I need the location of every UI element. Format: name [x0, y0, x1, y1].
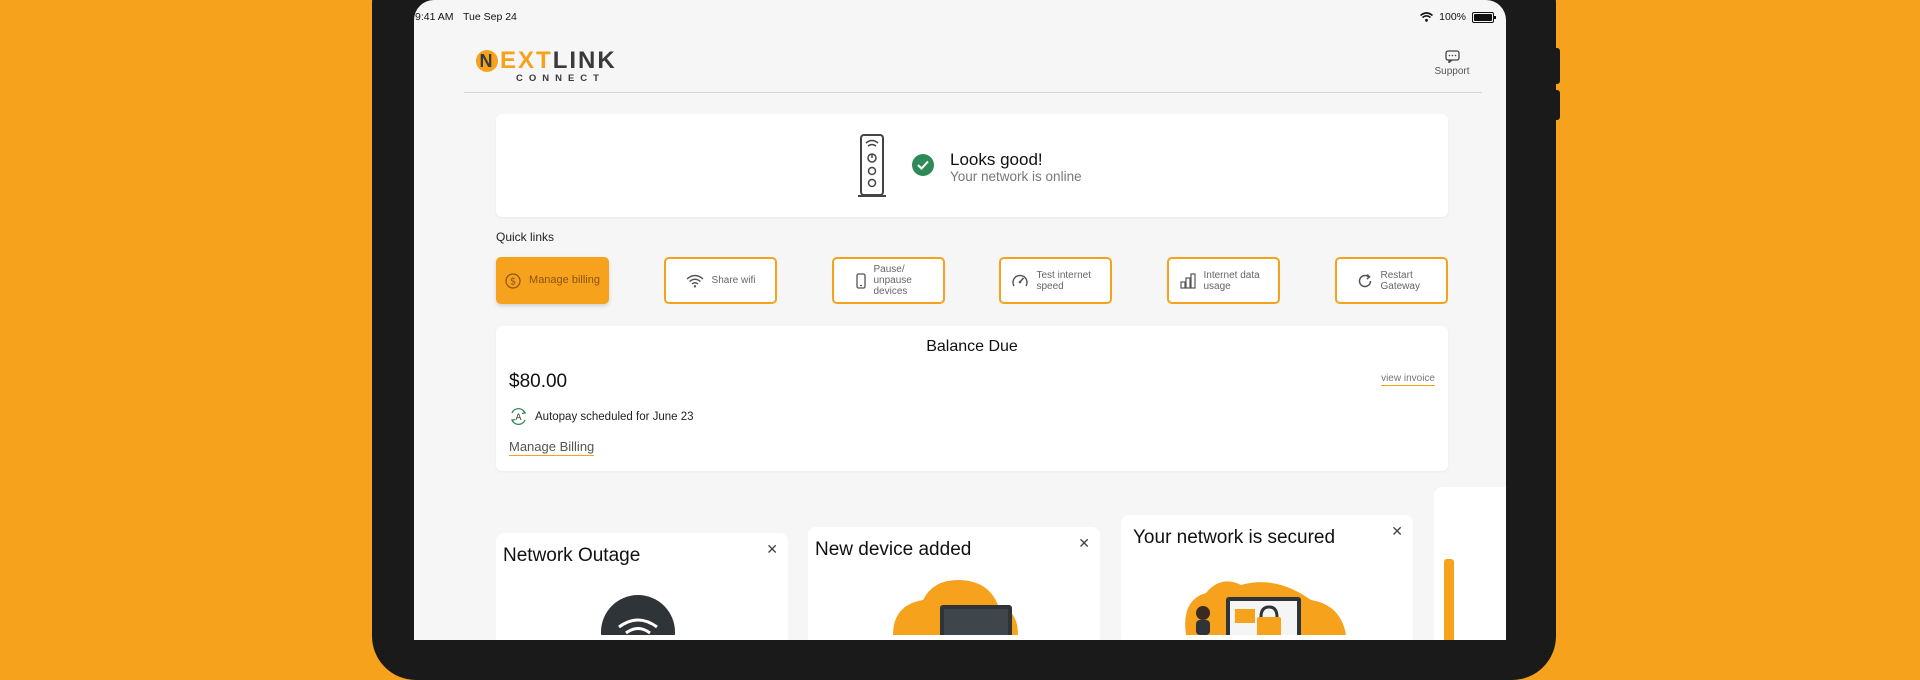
battery-percent: 100%: [1439, 11, 1466, 23]
quick-link-label: Share wifi: [711, 275, 756, 286]
support-button[interactable]: Support: [1424, 50, 1480, 77]
phone-icon: [855, 272, 866, 289]
quick-link-share-wifi[interactable]: Share wifi: [664, 257, 777, 304]
logo-link: LINK: [552, 47, 617, 74]
quick-link-label: Pause/ unpause devices: [873, 264, 912, 297]
status-subtitle: Your network is online: [950, 169, 1082, 184]
wifi-icon: [686, 274, 704, 287]
balance-amount: $80.00: [509, 371, 568, 392]
quick-link-manage-billing[interactable]: $ Manage billing: [496, 257, 609, 304]
support-label: Support: [1434, 66, 1470, 77]
status-date: Tue Sep 24: [463, 11, 517, 23]
billing-card: Balance Due $80.00 view invoice A Autopa…: [496, 326, 1448, 471]
logo-subtitle: CONNECT: [516, 73, 605, 84]
battery-icon: [1472, 11, 1496, 23]
notification-title: Network Outage: [503, 545, 641, 566]
tablet-side-button: [1554, 48, 1560, 84]
quick-links-title: Quick links: [496, 230, 555, 244]
tablet-side-button: [1554, 90, 1560, 120]
quick-link-data-usage[interactable]: Internet data usage: [1167, 257, 1280, 304]
outage-illustration: [601, 595, 675, 635]
app-header: N EXT LINK CONNECT Support: [464, 35, 1482, 93]
close-icon[interactable]: ✕: [766, 541, 778, 558]
quick-link-label: Manage billing: [529, 274, 600, 286]
status-time: 9:41 AM: [415, 11, 454, 23]
refresh-icon: [1358, 273, 1371, 287]
dollar-icon: $: [505, 272, 521, 289]
quick-link-label: Test internet speed: [1036, 269, 1091, 292]
chat-bubble-icon: [1444, 50, 1460, 64]
quick-link-restart-gateway[interactable]: Restart Gateway: [1335, 257, 1448, 304]
notification-card-partial[interactable]: [1434, 487, 1506, 640]
svg-text:$: $: [510, 276, 516, 287]
billing-title: Balance Due: [926, 338, 1018, 355]
partial-illustration: [1444, 559, 1454, 640]
nextlink-logo[interactable]: N EXT LINK CONNECT: [476, 47, 617, 84]
autopay-icon: A: [510, 407, 527, 426]
close-icon[interactable]: ✕: [1391, 523, 1403, 540]
close-icon[interactable]: ✕: [1078, 535, 1090, 552]
manage-billing-link[interactable]: Manage Billing: [509, 439, 595, 456]
notification-new-device[interactable]: New device added ✕: [808, 527, 1100, 640]
network-secured-illustration: [1185, 581, 1346, 635]
autopay-text: Autopay scheduled for June 23: [535, 410, 694, 423]
bar-chart-icon: [1179, 272, 1196, 289]
quick-link-label: Internet data usage: [1203, 269, 1260, 292]
status-bar: 9:41 AM Tue Sep 24 100%: [414, 11, 1506, 25]
quick-link-speed-test[interactable]: Test internet speed: [999, 257, 1112, 304]
quick-link-pause-devices[interactable]: Pause/ unpause devices: [832, 257, 945, 304]
speedometer-icon: [1011, 274, 1028, 286]
notification-title: Your network is secured: [1133, 527, 1336, 548]
autopay-row: A Autopay scheduled for June 23: [509, 407, 694, 426]
app-screen: 9:41 AM Tue Sep 24 100% N EXT LINK CONNECT: [414, 0, 1506, 640]
view-invoice-link[interactable]: view invoice: [1381, 373, 1435, 386]
notification-network-secured[interactable]: Your network is secured ✕: [1121, 515, 1413, 640]
status-title: Looks good!: [950, 150, 1043, 169]
wifi-status-icon: [1420, 12, 1434, 22]
network-status-card: Looks good! Your network is online: [496, 114, 1448, 217]
logo-n: N: [476, 50, 498, 72]
notification-title: New device added: [815, 539, 972, 560]
notification-network-outage[interactable]: Network Outage ✕: [496, 533, 788, 640]
logo-ext: EXT: [500, 47, 553, 74]
quick-link-label: Restart Gateway: [1380, 269, 1420, 292]
router-icon: [858, 134, 886, 197]
check-icon: [912, 154, 934, 176]
new-device-illustration: [893, 580, 1018, 635]
svg-text:A: A: [515, 413, 522, 423]
